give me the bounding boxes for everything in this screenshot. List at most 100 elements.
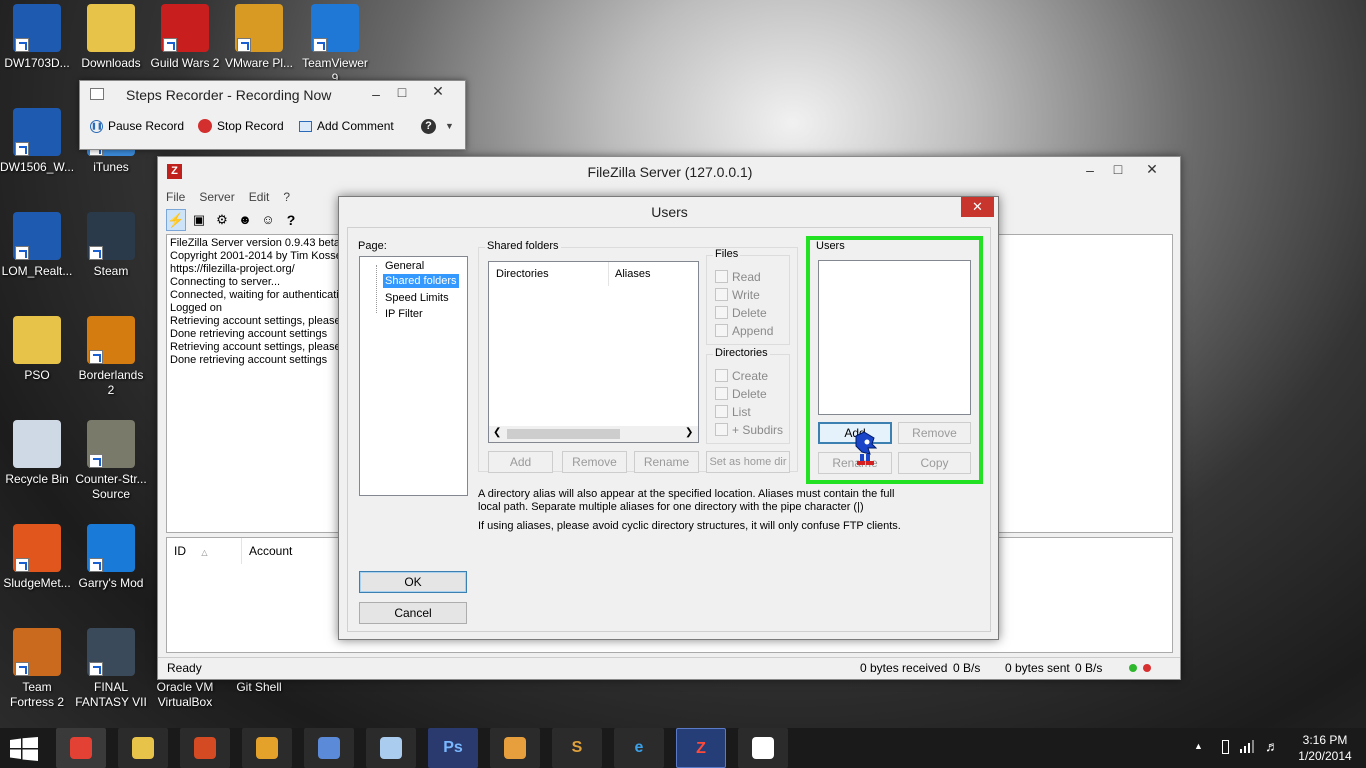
desktop-icon[interactable]: Steam — [74, 212, 148, 279]
steam-taskbar-icon[interactable] — [366, 728, 416, 768]
add-folder-button[interactable]: Add — [488, 451, 553, 473]
recorder-help-icon[interactable]: ? — [421, 119, 436, 134]
column-account[interactable]: Account — [249, 544, 292, 558]
taskbar-app-label: S — [571, 739, 583, 756]
directories-list[interactable]: Directories Aliases ❮ ❯ — [488, 261, 699, 443]
set-home-dir-button[interactable]: Set as home dir — [706, 451, 790, 473]
desktop-icon[interactable]: VMware Pl... — [222, 4, 296, 71]
recorder-close-button[interactable]: ✕ — [424, 81, 452, 101]
menu-edit[interactable]: Edit — [249, 190, 270, 208]
start-button[interactable] — [10, 737, 38, 761]
scroll-thumb[interactable] — [507, 429, 620, 439]
tray-up-icon[interactable]: ▲ — [1194, 741, 1203, 751]
horizontal-scrollbar[interactable]: ❮ ❯ — [489, 426, 698, 442]
photoshop-taskbar-icon[interactable]: Ps — [428, 728, 478, 768]
desktop-icon[interactable]: DW1703D... — [0, 4, 74, 71]
clock[interactable]: 3:16 PM 1/20/2014 — [1290, 732, 1360, 764]
recorder-dropdown-icon[interactable]: ▼ — [445, 121, 454, 131]
desktop-icon[interactable]: TeamViewer 9 — [298, 4, 372, 86]
desktop-icon[interactable]: Recycle Bin — [0, 420, 74, 487]
taskbar-app-label — [752, 737, 774, 759]
desktop-icon[interactable]: PSO — [0, 316, 74, 383]
ok-button[interactable]: OK — [359, 571, 467, 593]
column-directories[interactable]: Directories — [489, 262, 609, 286]
create-checkbox[interactable]: Create — [715, 369, 768, 383]
scroll-right-icon[interactable]: ❯ — [685, 427, 693, 438]
media-player-taskbar-icon[interactable] — [490, 728, 540, 768]
desktop-icon[interactable]: Downloads — [74, 4, 148, 71]
filezilla-taskbar-icon[interactable]: Z — [676, 728, 726, 768]
desktop-icon[interactable]: DW1506_W... — [0, 108, 74, 175]
delete-dir-checkbox[interactable]: Delete — [715, 387, 767, 401]
write-checkbox[interactable]: Write — [715, 288, 760, 302]
vmware-taskbar-icon[interactable] — [242, 728, 292, 768]
menu-help[interactable]: ? — [283, 190, 290, 208]
chrome-taskbar-icon[interactable] — [56, 728, 106, 768]
close-button[interactable]: ✕ — [1138, 159, 1166, 179]
dialog-close-button[interactable]: ✕ — [961, 197, 994, 217]
settings-icon[interactable]: ⚙ — [212, 209, 232, 231]
internet-explorer-taskbar-icon[interactable]: e — [614, 728, 664, 768]
connect-icon[interactable]: ⚡ — [166, 209, 186, 231]
list-checkbox[interactable]: List — [715, 405, 751, 419]
page-ip-filter[interactable]: IP Filter — [384, 307, 424, 321]
copy-user-button[interactable]: Copy — [898, 452, 971, 474]
pause-record-button[interactable]: ❚❚ Pause Record — [90, 119, 184, 133]
help-icon[interactable]: ? — [281, 209, 301, 231]
page-shared-folders[interactable]: Shared folders — [383, 274, 459, 288]
read-checkbox[interactable]: Read — [715, 270, 761, 284]
sludgemetal-icon — [13, 524, 61, 572]
toolbar: ⚡ ▣ ⚙ ☻ ☺ ? — [166, 209, 301, 233]
virtualbox-taskbar-icon[interactable] — [304, 728, 354, 768]
rename-folder-button[interactable]: Rename — [634, 451, 699, 473]
stop-record-button[interactable]: Stop Record — [198, 119, 284, 133]
shortcut-arrow-icon — [15, 558, 29, 572]
desktop-icon[interactable]: Garry's Mod — [74, 524, 148, 591]
apps-taskbar-icon[interactable] — [180, 728, 230, 768]
desktop-icon-label: Git Shell — [236, 680, 282, 694]
users-list[interactable] — [818, 260, 971, 415]
network-icon[interactable] — [1240, 739, 1254, 753]
steps-recorder-taskbar-icon[interactable] — [738, 728, 788, 768]
column-aliases[interactable]: Aliases — [615, 268, 650, 280]
delete-file-checkbox[interactable]: Delete — [715, 306, 767, 320]
shortcut-arrow-icon — [89, 558, 103, 572]
desktop-icon-label: VMware Pl... — [224, 56, 293, 70]
bytes-received: 0 bytes received — [860, 661, 948, 675]
shortcut-arrow-icon — [89, 662, 103, 676]
recorder-maximize-button[interactable]: □ — [388, 82, 416, 102]
menu-server[interactable]: Server — [199, 190, 234, 208]
remove-folder-button[interactable]: Remove — [562, 451, 627, 473]
menu-file[interactable]: File — [166, 190, 185, 208]
remove-user-button[interactable]: Remove — [898, 422, 971, 444]
desktop-icon[interactable]: SludgeMet... — [0, 524, 74, 591]
subdirs-checkbox[interactable]: + Subdirs — [715, 423, 783, 437]
desktop-icon[interactable]: Guild Wars 2 — [148, 4, 222, 71]
desktop-icon[interactable]: LOM_Realt... — [0, 212, 74, 279]
desktop-icon[interactable]: Counter-Str... Source — [74, 420, 148, 502]
team-fortress-2-icon — [13, 628, 61, 676]
column-id[interactable]: ID △ — [167, 538, 242, 564]
page-general[interactable]: General — [384, 259, 425, 273]
maximize-button[interactable]: □ — [1104, 159, 1132, 179]
lock-icon[interactable]: ▣ — [189, 209, 209, 231]
desktop-icon[interactable]: Borderlands 2 — [74, 316, 148, 398]
comment-icon — [299, 120, 312, 132]
recorder-minimize-button[interactable]: – — [362, 84, 390, 104]
users-icon[interactable]: ☻ — [235, 209, 255, 231]
desktop-icon[interactable]: FINAL FANTASY VII — [74, 628, 148, 710]
minimize-button[interactable]: – — [1076, 160, 1104, 180]
file-explorer-taskbar-icon[interactable] — [118, 728, 168, 768]
sublime-taskbar-icon[interactable]: S — [552, 728, 602, 768]
page-speed-limits[interactable]: Speed Limits — [384, 291, 450, 305]
battery-icon[interactable] — [1222, 740, 1229, 754]
taskbar-app-label — [504, 737, 526, 759]
volume-icon[interactable]: ♬ — [1265, 738, 1279, 754]
scroll-left-icon[interactable]: ❮ — [493, 427, 501, 438]
desktop-icon[interactable]: Team Fortress 2 — [0, 628, 74, 710]
cancel-button[interactable]: Cancel — [359, 602, 467, 624]
add-comment-button[interactable]: Add Comment — [299, 119, 394, 133]
append-checkbox[interactable]: Append — [715, 324, 773, 338]
files-label: Files — [713, 248, 741, 260]
groups-icon[interactable]: ☺ — [258, 209, 278, 231]
